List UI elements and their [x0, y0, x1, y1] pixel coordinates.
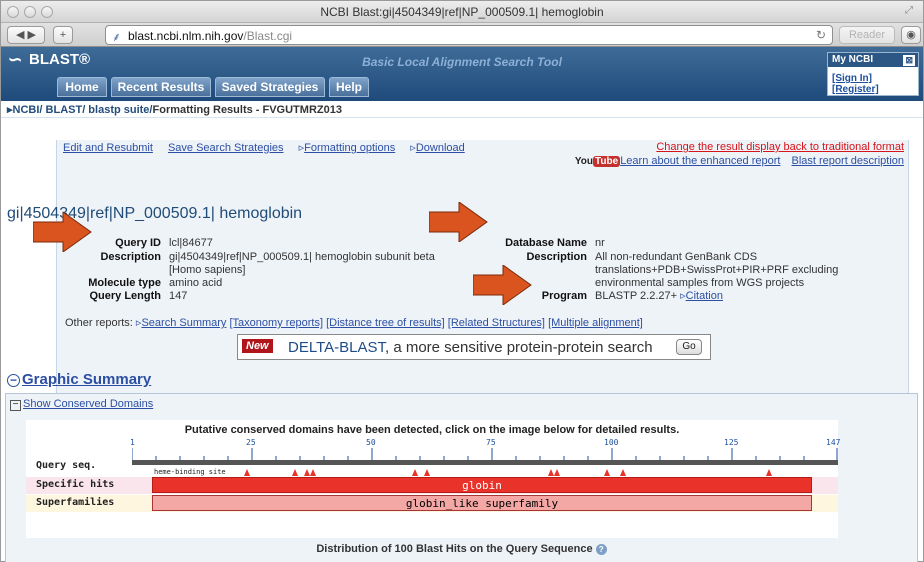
globin-specific-hit[interactable]: globin — [152, 477, 812, 493]
other-reports: Other reports: ▹Search Summary [Taxonomy… — [65, 317, 643, 329]
database-desc-label: Description — [526, 251, 587, 263]
graphic-summary-heading[interactable]: − Graphic Summary — [7, 371, 151, 388]
breadcrumb-current: Formatting Results - FVGUTMRZ013 — [152, 104, 342, 116]
window-title: NCBI Blast:gi|4504349|ref|NP_000509.1| h… — [320, 5, 604, 19]
tick-label: 100 — [604, 438, 619, 447]
reload-icon[interactable]: ↻ — [816, 28, 826, 42]
delta-blast-text: DELTA-BLAST, a more sensitive protein-pr… — [288, 339, 653, 356]
learn-enhanced-link[interactable]: Learn about the enhanced report — [620, 155, 780, 167]
arrow-annotation-program — [473, 265, 532, 305]
related-structures-link[interactable]: [Related Structures] — [448, 317, 545, 329]
delta-blast-banner[interactable]: New DELTA-BLAST, a more sensitive protei… — [237, 334, 711, 360]
report-description-link[interactable]: Blast report description — [792, 155, 905, 167]
youtube-logo[interactable]: You Tube — [575, 156, 621, 167]
distance-tree-link[interactable]: [Distance tree of results] — [326, 317, 445, 329]
arrow-annotation-database — [429, 202, 488, 242]
specific-hits-label: Specific hits — [36, 479, 115, 490]
add-bookmark-button[interactable]: + — [53, 26, 73, 44]
fullscreen-icon[interactable]: ⤢ — [905, 5, 913, 16]
multiple-alignment-link[interactable]: [Multiple alignment] — [548, 317, 643, 329]
close-icon[interactable]: ⊠ — [903, 55, 915, 66]
tab-recent-results[interactable]: Recent Results — [111, 77, 211, 97]
show-conserved-domains[interactable]: − Show Conserved Domains — [10, 398, 153, 411]
sign-in-register-link[interactable]: [Sign In] [Register] — [828, 67, 918, 95]
collapse-icon[interactable]: − — [7, 374, 20, 387]
database-name-value: nr — [595, 237, 605, 249]
tab-saved-strategies[interactable]: Saved Strategies — [215, 77, 325, 97]
download-toggle[interactable]: ▹Download — [410, 142, 464, 154]
database-desc-value: All non-redundant GenBank CDS translatio… — [595, 251, 839, 289]
extensions-icon[interactable]: ◉ — [901, 26, 921, 44]
browser-toolbar: ◀ ▶ + ⸙ blast.ncbi.nlm.nih.gov/Blast.cgi… — [1, 23, 923, 47]
formatting-toggle[interactable]: ▹Formatting options — [299, 142, 396, 154]
my-ncbi-box: My NCBI ⊠ [Sign In] [Register] — [827, 52, 919, 96]
query-length-value: 147 — [169, 290, 188, 302]
edit-resubmit-link[interactable]: Edit and Resubmit — [63, 142, 153, 154]
tick-lines — [132, 448, 838, 460]
graphic-summary-panel: − Show Conserved Domains Putative conserv… — [5, 393, 918, 562]
molecule-type-value: amino acid — [169, 277, 223, 289]
collapse-icon[interactable]: − — [10, 400, 21, 411]
reader-button[interactable]: Reader — [839, 26, 895, 44]
citation-link[interactable]: Citation — [686, 290, 723, 302]
action-links: Edit and Resubmit Save Search Strategies… — [63, 141, 465, 154]
tick-label: 1 — [130, 438, 135, 447]
breadcrumb-links[interactable]: NCBI/ BLAST/ blastp suite/ — [13, 104, 153, 116]
tab-help[interactable]: Help — [329, 77, 369, 97]
arrow-annotation-query — [33, 212, 92, 252]
my-ncbi-title[interactable]: My NCBI — [832, 54, 873, 65]
tick-label: 25 — [246, 438, 256, 447]
tick-label: 147 — [826, 438, 841, 447]
search-summary-link[interactable]: Search Summary — [141, 317, 226, 329]
putative-domains-text: Putative conserved domains have been det… — [184, 424, 680, 436]
molecule-type-label: Molecule type — [88, 277, 161, 289]
conserved-domains-graphic[interactable]: Putative conserved domains have been det… — [26, 420, 841, 538]
help-icon[interactable]: ? — [595, 544, 607, 555]
tick-label: 125 — [724, 438, 739, 447]
blast-subtitle: Basic Local Alignment Search Tool — [362, 55, 562, 69]
query-desc-label: Description — [100, 251, 161, 263]
title-bar: NCBI Blast:gi|4504349|ref|NP_000509.1| h… — [1, 1, 923, 23]
globin-like-superfamily-hit[interactable]: globin_like superfamily — [152, 495, 812, 511]
address-bar[interactable]: ⸙ blast.ncbi.nlm.nih.gov/Blast.cgi ↻ — [105, 25, 833, 45]
breadcrumb: ▸NCBI/ BLAST/ blastp suite/Formatting Re… — [1, 101, 923, 118]
change-display-link[interactable]: Change the result display back to tradit… — [656, 141, 904, 153]
new-badge: New — [242, 339, 273, 353]
report-links: You Tube Learn about the enhanced report B… — [575, 155, 904, 167]
blast-header: ∽ BLAST® Basic Local Alignment Search To… — [1, 47, 923, 101]
site-icon: ⸙ — [112, 30, 122, 44]
tick-label: 75 — [486, 438, 496, 447]
taxonomy-reports-link[interactable]: [Taxonomy reports] — [230, 317, 324, 329]
url-text: blast.ncbi.nlm.nih.gov/Blast.cgi — [128, 29, 293, 43]
tab-home[interactable]: Home — [57, 77, 107, 97]
query-seq-bar — [132, 460, 838, 465]
query-seq-label: Query seq. — [36, 460, 97, 471]
back-forward-buttons[interactable]: ◀ ▶ — [7, 26, 45, 44]
distribution-heading: Distribution of 100 Blast Hits on the Qu… — [6, 543, 917, 555]
browser-window: NCBI Blast:gi|4504349|ref|NP_000509.1| h… — [0, 0, 924, 562]
program-value: BLASTP 2.2.27+ ▹Citation — [595, 290, 723, 302]
superfamilies-label: Superfamilies — [36, 497, 115, 508]
go-button[interactable]: Go — [676, 339, 702, 355]
results-content: Edit and Resubmit Save Search Strategies… — [5, 140, 918, 562]
query-id-value: lcl|84677 — [169, 237, 213, 249]
query-length-label: Query Length — [89, 290, 161, 302]
query-desc-value: gi|4504349|ref|NP_000509.1| hemoglobin s… — [169, 251, 435, 276]
tick-label: 50 — [366, 438, 376, 447]
heme-binding-sites[interactable] — [132, 468, 838, 476]
save-strategies-link[interactable]: Save Search Strategies — [168, 142, 284, 154]
